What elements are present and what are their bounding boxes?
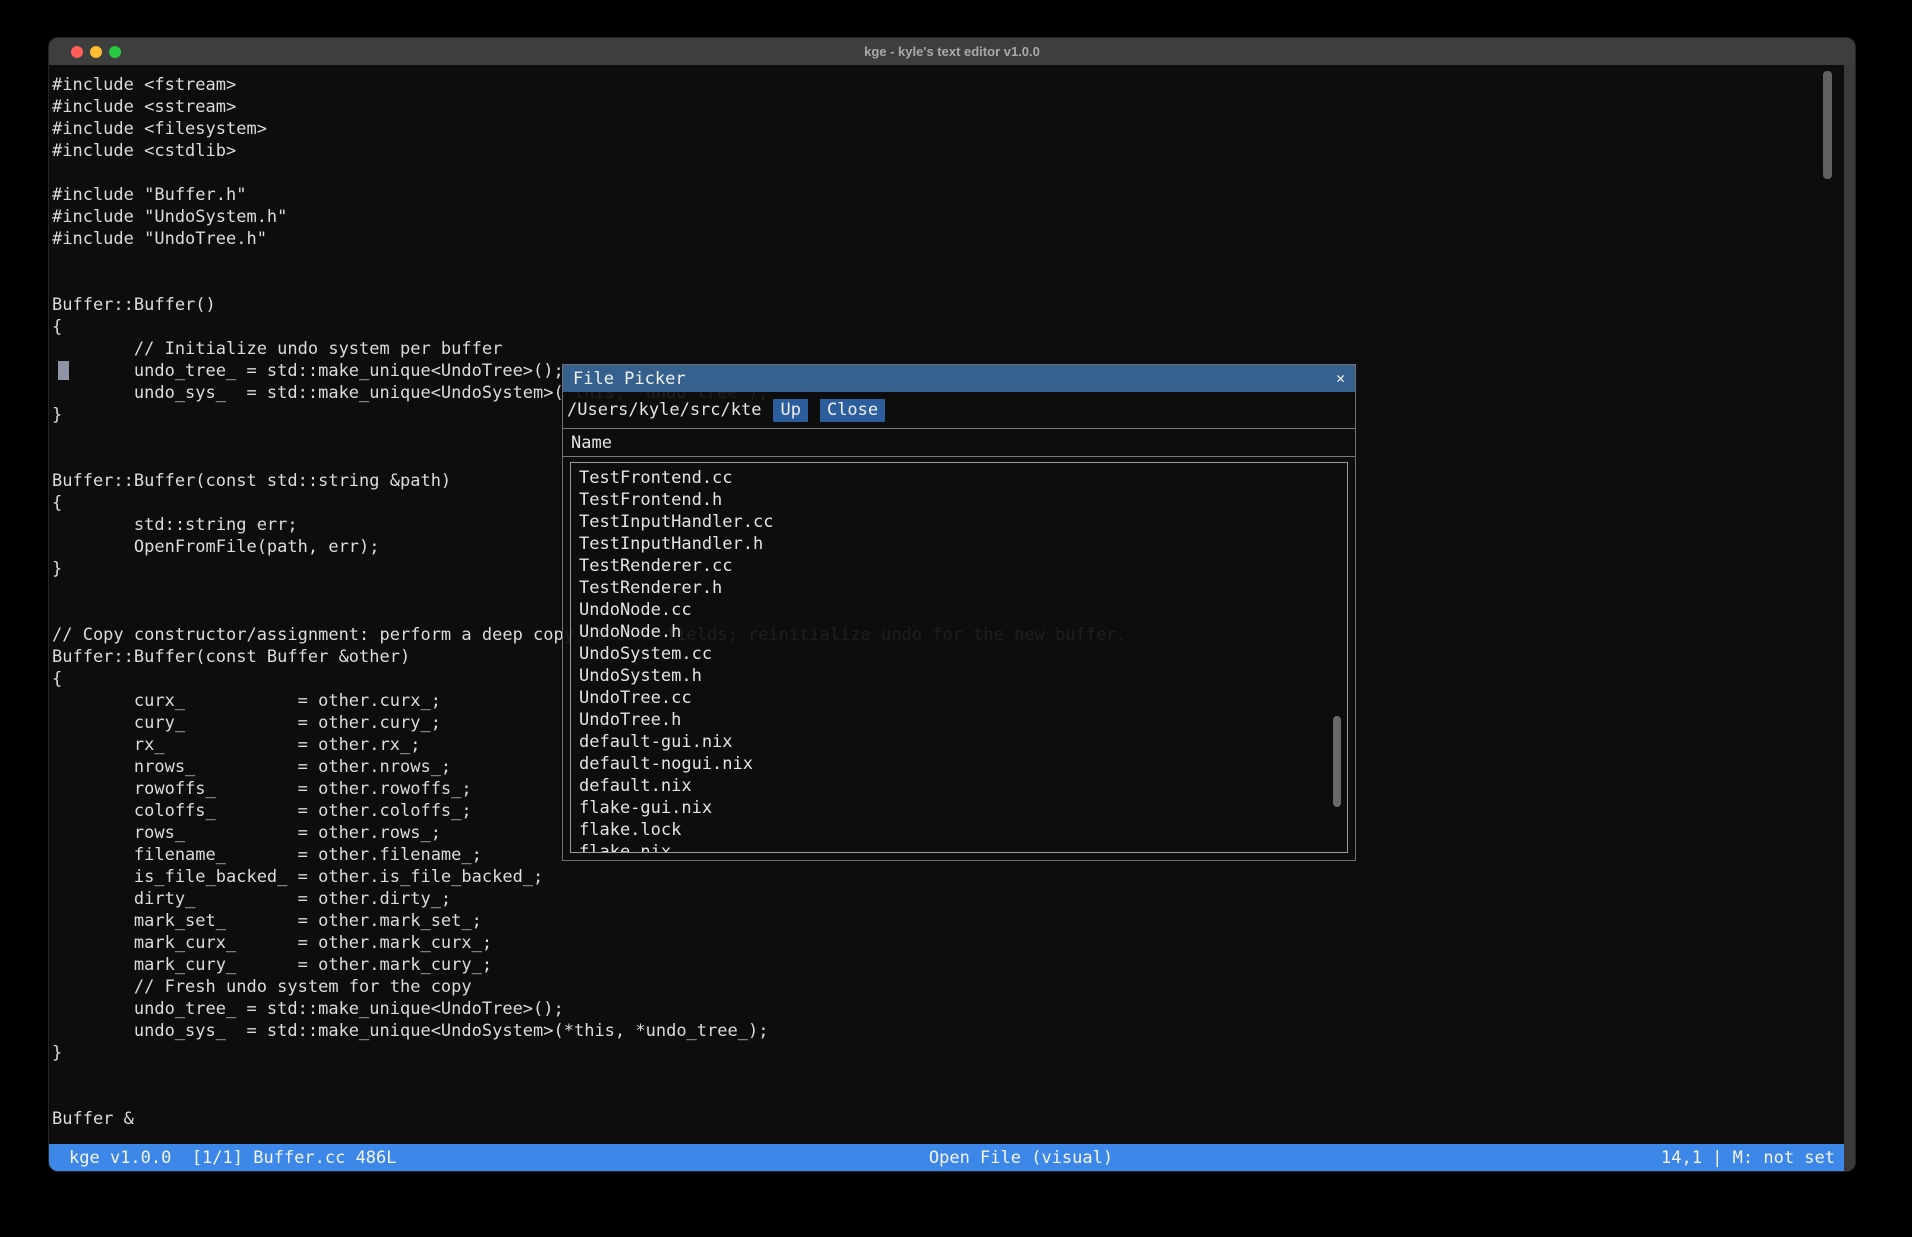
- close-button[interactable]: Close: [820, 399, 885, 422]
- zoom-window-icon[interactable]: [109, 46, 121, 58]
- file-list-item[interactable]: UndoSystem.cc: [579, 643, 1347, 665]
- status-version-file: kge v1.0.0 [1/1] Buffer.cc 486L: [69, 1146, 397, 1170]
- file-list-item[interactable]: TestFrontend.h: [579, 489, 1347, 511]
- file-list-item[interactable]: UndoTree.cc: [579, 687, 1347, 709]
- status-cursor-position: 14,1 | M: not set: [1661, 1146, 1835, 1170]
- file-list-item[interactable]: TestInputHandler.cc: [579, 511, 1347, 533]
- editor-window: #include <fstream> #include <sstream> #i…: [48, 37, 1856, 1172]
- file-list-item[interactable]: UndoSystem.h: [579, 665, 1347, 687]
- minimize-window-icon[interactable]: [90, 46, 102, 58]
- up-button[interactable]: Up: [773, 399, 807, 422]
- file-list-item[interactable]: UndoNode.h: [579, 621, 1347, 643]
- file-picker-title: File Picker: [573, 369, 686, 389]
- file-list-item[interactable]: flake.nix: [579, 841, 1347, 853]
- file-list-item[interactable]: TestRenderer.h: [579, 577, 1347, 599]
- file-list-item[interactable]: UndoNode.cc: [579, 599, 1347, 621]
- window-title: kge - kyle's text editor v1.0.0: [864, 44, 1040, 59]
- editor-scrollbar-thumb[interactable]: [1823, 71, 1832, 179]
- file-list-item[interactable]: TestFrontend.cc: [579, 467, 1347, 489]
- file-picker-path-row: /Users/kyle/src/kte Up Close: [563, 392, 1355, 429]
- status-bar: kge v1.0.0 [1/1] Buffer.cc 486L Open Fil…: [49, 1143, 1855, 1171]
- current-path: /Users/kyle/src/kte: [567, 400, 761, 420]
- file-list-item[interactable]: default.nix: [579, 775, 1347, 797]
- traffic-lights: [71, 46, 121, 58]
- file-picker-dialog: File Picker ✕ /Users/kyle/src/kte Up Clo…: [562, 364, 1356, 861]
- file-list: TestFrontend.cc TestFrontend.h TestInput…: [570, 462, 1348, 853]
- file-list-item[interactable]: TestRenderer.cc: [579, 555, 1347, 577]
- close-window-icon[interactable]: [71, 46, 83, 58]
- close-icon[interactable]: ✕: [1336, 365, 1345, 392]
- file-list-item[interactable]: flake.lock: [579, 819, 1347, 841]
- file-list-scrollbar-thumb[interactable]: [1333, 716, 1341, 807]
- file-list-item[interactable]: flake-gui.nix: [579, 797, 1347, 819]
- file-list-item[interactable]: default-nogui.nix: [579, 753, 1347, 775]
- status-mode: Open File (visual): [929, 1146, 1113, 1170]
- column-header-row: Name: [563, 429, 1355, 457]
- window-titlebar: kge - kyle's text editor v1.0.0: [49, 38, 1855, 65]
- file-list-item[interactable]: UndoTree.h: [579, 709, 1347, 731]
- file-list-item[interactable]: default-gui.nix: [579, 731, 1347, 753]
- text-cursor: [58, 361, 69, 380]
- name-column-header: Name: [571, 433, 612, 453]
- window-right-edge: [1844, 65, 1855, 1171]
- file-picker-titlebar: File Picker ✕: [563, 365, 1355, 392]
- file-list-item[interactable]: TestInputHandler.h: [579, 533, 1347, 555]
